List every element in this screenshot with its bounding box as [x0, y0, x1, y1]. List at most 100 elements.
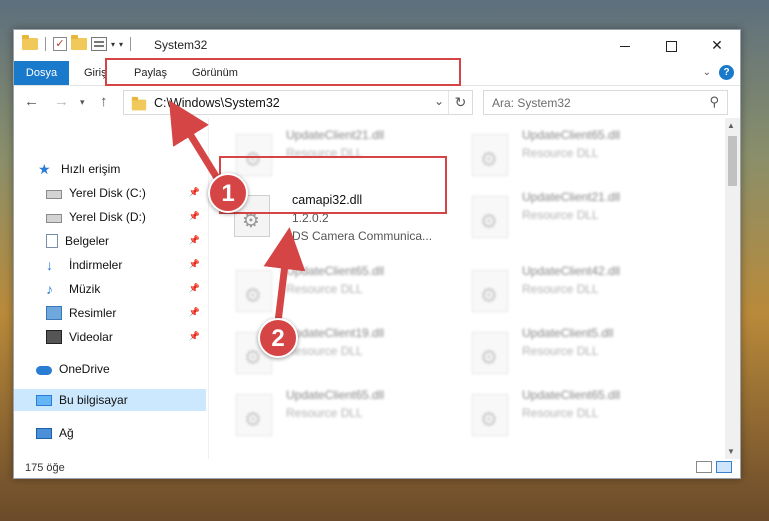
sidebar-item-downloads[interactable]: ↓ İndirmeler 📌 — [14, 254, 206, 276]
ribbon: Dosya Giriş Paylaş Görünüm ⌄ ? — [14, 61, 740, 86]
folder-icon — [131, 96, 147, 111]
sidebar-item-this-pc[interactable]: Bu bilgisayar — [14, 389, 206, 411]
dropdown-arrow-icon[interactable]: ▾ — [111, 40, 115, 49]
explorer-window: ✓ ▾ ▾ System32 ✕ Dosya Giriş Paylaş Görü… — [13, 29, 741, 479]
list-item[interactable]: UpdateClient65.dll Resource DLL — [214, 386, 444, 442]
step-1-badge: 1 — [208, 173, 248, 213]
sidebar-item-label: Müzik — [69, 282, 101, 296]
sidebar-item-onedrive[interactable]: OneDrive — [14, 358, 206, 380]
back-arrow-icon[interactable]: ← — [24, 93, 39, 110]
tab-file[interactable]: Dosya — [14, 61, 69, 85]
music-icon: ♪ — [46, 281, 53, 297]
pin-icon[interactable]: 📌 — [189, 331, 200, 342]
title-bar: ✓ ▾ ▾ System32 ✕ — [14, 30, 740, 61]
pin-icon[interactable]: 📌 — [189, 259, 200, 270]
recent-locations-icon[interactable]: ▾ — [80, 97, 85, 108]
dll-file-icon — [472, 134, 508, 176]
document-icon — [46, 234, 58, 248]
item-count: 175 öğe — [25, 462, 65, 474]
address-path[interactable]: C:\Windows\System32 — [154, 96, 280, 110]
sidebar-item-videos[interactable]: Videolar 📌 — [14, 326, 206, 348]
forward-arrow-icon[interactable]: → — [54, 93, 69, 110]
address-bar[interactable]: C:\Windows\System32 ⌄ ↻ — [123, 90, 473, 115]
list-item[interactable]: UpdateClient21.dll Resource DLL — [450, 188, 680, 244]
navigation-bar: ← → ▾ ↑ C:\Windows\System32 ⌄ ↻ Ara: Sys… — [14, 87, 740, 117]
sidebar-item-network[interactable]: Ağ — [14, 422, 206, 444]
video-icon — [46, 330, 62, 344]
customize-toolbar-icon[interactable]: ▾ — [119, 40, 123, 49]
dll-file-icon — [472, 332, 508, 374]
new-folder-icon[interactable] — [71, 35, 87, 50]
sidebar-item-disk-c[interactable]: Yerel Disk (C:) 📌 — [14, 182, 206, 204]
search-input[interactable]: Ara: System32 ⚲ — [483, 90, 728, 115]
file-description: DS Camera Communica... — [292, 229, 433, 243]
status-bar: 175 öğe — [14, 458, 740, 478]
sidebar-item-disk-d[interactable]: Yerel Disk (D:) 📌 — [14, 206, 206, 228]
pin-icon[interactable]: 📌 — [189, 187, 200, 198]
pin-icon[interactable]: 📌 — [189, 307, 200, 318]
sidebar-item-label: OneDrive — [59, 362, 110, 376]
scroll-thumb[interactable] — [728, 136, 737, 186]
folder-icon — [22, 35, 38, 50]
scroll-down-icon[interactable]: ▼ — [727, 447, 735, 456]
up-arrow-icon[interactable]: ↑ — [100, 93, 108, 110]
help-icon[interactable]: ? — [719, 65, 734, 80]
dll-file-icon — [236, 134, 272, 176]
pin-icon[interactable]: 📌 — [189, 211, 200, 222]
details-view-icon[interactable] — [696, 461, 712, 473]
dll-file-icon — [236, 270, 272, 312]
sidebar-item-quick-access[interactable]: ★ Hızlı erişim — [14, 158, 206, 180]
list-item[interactable]: UpdateClient65.dll Resource DLL — [450, 386, 680, 442]
dll-file-icon — [236, 394, 272, 436]
vertical-scrollbar[interactable]: ▲ ▼ — [725, 118, 740, 459]
sidebar-item-label: İndirmeler — [69, 258, 123, 272]
close-button[interactable]: ✕ — [694, 30, 740, 60]
pin-icon[interactable]: 📌 — [189, 283, 200, 294]
refresh-icon[interactable]: ↻ — [448, 91, 472, 114]
properties-check-icon[interactable]: ✓ — [53, 37, 67, 51]
sidebar-item-label: Yerel Disk (C:) — [69, 186, 146, 200]
search-placeholder: Ara: System32 — [492, 96, 571, 110]
sidebar-item-label: Videolar — [69, 330, 113, 344]
quick-access-toolbar: ✓ ▾ ▾ — [22, 35, 134, 51]
download-icon: ↓ — [46, 257, 53, 273]
sidebar-item-label: Bu bilgisayar — [59, 393, 128, 407]
tab-view[interactable]: Görünüm — [192, 61, 238, 85]
list-item[interactable]: UpdateClient5.dll Resource DLL — [450, 324, 680, 380]
scroll-up-icon[interactable]: ▲ — [727, 121, 735, 130]
list-item-camapi32[interactable]: camapi32.dll 1.2.0.2 DS Camera Communica… — [222, 189, 452, 245]
maximize-button[interactable] — [648, 30, 694, 60]
window-title: System32 — [154, 38, 208, 52]
star-icon: ★ — [38, 161, 51, 177]
dll-file-icon — [472, 394, 508, 436]
sidebar-item-label: Belgeler — [65, 234, 110, 248]
list-item[interactable]: UpdateClient19.dll Resource DLL — [214, 324, 444, 380]
minimize-button[interactable] — [602, 30, 648, 60]
pin-icon[interactable]: 📌 — [189, 235, 200, 246]
list-item[interactable]: UpdateClient21.dll Resource DLL — [214, 126, 444, 182]
sidebar-item-label: Ağ — [59, 426, 74, 440]
picture-icon — [46, 306, 62, 320]
address-dropdown-icon[interactable]: ⌄ — [434, 94, 444, 108]
file-name: camapi32.dll — [292, 193, 363, 207]
disk-icon — [46, 214, 62, 223]
sidebar-item-documents[interactable]: Belgeler 📌 — [14, 230, 206, 252]
computer-icon — [36, 394, 52, 406]
tiles-view-icon[interactable] — [716, 461, 732, 473]
tab-home[interactable]: Giriş — [84, 61, 107, 85]
dll-file-icon — [472, 196, 508, 238]
list-item[interactable]: UpdateClient65.dll Resource DLL — [214, 262, 444, 318]
disk-icon — [46, 190, 62, 199]
file-list: UpdateClient21.dll Resource DLL camapi32… — [210, 118, 726, 459]
properties-icon[interactable] — [91, 37, 107, 51]
search-icon[interactable]: ⚲ — [709, 94, 719, 110]
tab-share[interactable]: Paylaş — [134, 61, 167, 85]
list-item[interactable]: UpdateClient42.dll Resource DLL — [450, 262, 680, 318]
list-item[interactable]: UpdateClient65.dll Resource DLL — [450, 126, 680, 182]
expand-ribbon-icon[interactable]: ⌄ — [703, 67, 711, 78]
sidebar-item-music[interactable]: ♪ Müzik 📌 — [14, 278, 206, 300]
sidebar-item-label: Resimler — [69, 306, 117, 320]
dll-file-icon — [472, 270, 508, 312]
sidebar-item-pictures[interactable]: Resimler 📌 — [14, 302, 206, 324]
file-version: 1.2.0.2 — [292, 211, 329, 225]
